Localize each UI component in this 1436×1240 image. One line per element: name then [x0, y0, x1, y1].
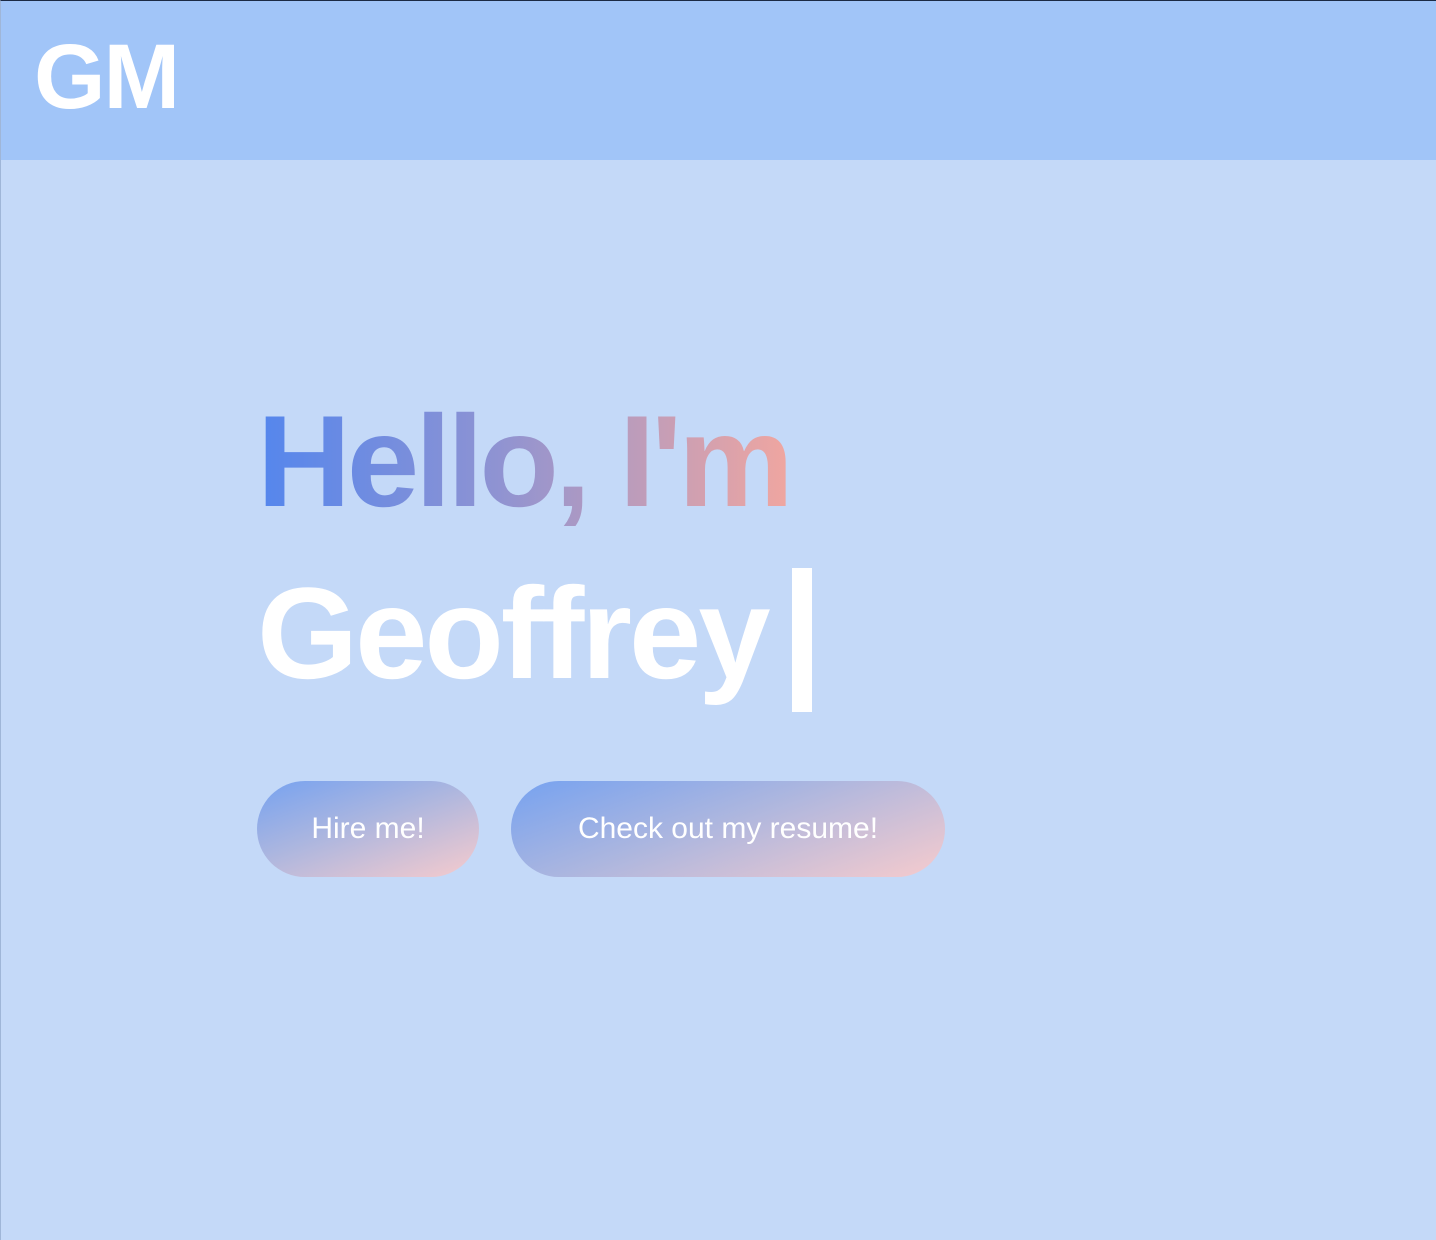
cta-buttons: Hire me! Check out my resume!: [257, 781, 945, 877]
typing-cursor: [792, 568, 812, 712]
logo[interactable]: GM: [34, 31, 180, 123]
hire-me-button[interactable]: Hire me!: [257, 781, 479, 877]
name-text: Geoffrey: [257, 560, 771, 706]
page: GM Hello, I'm Geoffrey Hire me! Check ou…: [0, 0, 1436, 1240]
greeting-heading: Hello, I'm: [257, 388, 794, 534]
resume-button[interactable]: Check out my resume!: [511, 781, 945, 877]
navbar: GM: [1, 1, 1436, 160]
name-line: Geoffrey: [257, 560, 812, 712]
hero-section: Hello, I'm Geoffrey Hire me! Check out m…: [257, 388, 1157, 877]
